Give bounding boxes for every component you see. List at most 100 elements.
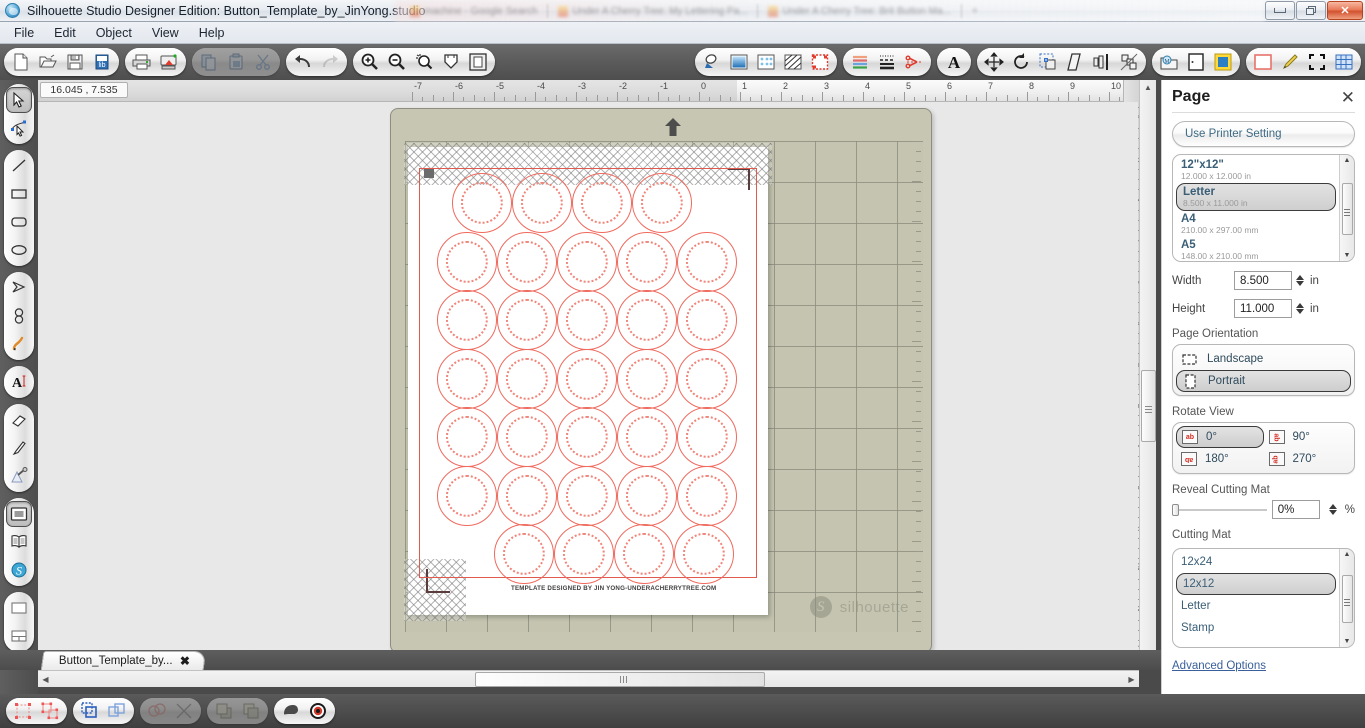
new-document-button[interactable] [8,49,34,75]
make-compound-path-button[interactable] [77,699,103,723]
width-input[interactable]: 8.500 [1234,271,1292,290]
advanced-options-link[interactable]: Advanced Options [1172,660,1355,672]
chevron-right-icon[interactable]: ▶ [1124,671,1139,688]
chevron-down-icon[interactable]: ▼ [1344,252,1351,259]
line-tool[interactable] [6,153,32,179]
replicate-panel-button[interactable] [1116,49,1142,75]
horizontal-scroll-thumb[interactable] [475,672,765,687]
height-stepper[interactable] [1296,303,1304,314]
chevron-up-icon[interactable]: ▲ [1344,551,1351,558]
release-compound-path-button[interactable] [104,699,130,723]
store-button[interactable] [1183,49,1209,75]
single-view-button[interactable] [6,595,32,621]
crop-view-button[interactable] [1304,49,1330,75]
chevron-up-icon[interactable]: ▲ [1140,80,1156,95]
rotate-view-option-180[interactable]: ab 180° [1176,448,1264,470]
text-style-panel-button[interactable]: A [941,49,967,75]
cutting-mat-scroll-thumb[interactable] [1342,575,1353,623]
split-view-button[interactable] [6,623,32,649]
rotate-view-option-270[interactable]: ab 270° [1264,448,1352,470]
rectangle-tool[interactable] [6,181,32,207]
trace-tool[interactable] [6,463,32,489]
registration-marks-panel-button[interactable] [807,49,833,75]
minimize-icon[interactable] [1265,1,1295,20]
button-circle[interactable] [557,349,617,409]
button-circle[interactable] [572,173,632,233]
save-as-library-button[interactable]: lib [89,49,115,75]
zoom-selection-button[interactable] [411,49,437,75]
document-tab[interactable]: Button_Template_by... ✖ [41,651,206,670]
offset-button[interactable] [278,699,304,723]
button-circle[interactable] [677,349,737,409]
button-circle[interactable] [497,466,557,526]
button-circle[interactable] [497,349,557,409]
fill-color-panel-button[interactable] [726,49,752,75]
edit-points-tool[interactable] [6,115,32,141]
page-size-option-12x12[interactable]: 12"x12" 12.000 x 12.000 in [1173,157,1339,183]
text-tool[interactable]: A [6,369,32,395]
fit-to-page-button[interactable] [465,49,491,75]
menu-edit[interactable]: Edit [44,24,86,42]
eraser-tool[interactable] [6,407,32,433]
cutting-mat-option-12x12[interactable]: 12x12 [1176,573,1336,595]
page-size-scroll-thumb[interactable] [1342,183,1353,235]
button-circle[interactable] [617,290,677,350]
use-printer-setting-button[interactable]: Use Printer Setting [1172,121,1355,147]
button-circle[interactable] [617,407,677,467]
ungroup-button[interactable] [37,699,63,723]
button-circle[interactable] [617,466,677,526]
open-document-button[interactable] [35,49,61,75]
page-size-option-letter[interactable]: Letter 8.500 x 11.000 in [1176,183,1336,211]
line-style-panel-button[interactable] [874,49,900,75]
knife-tool[interactable] [6,435,32,461]
rotate-view-option-0[interactable]: ab 0° [1176,426,1264,448]
page-paper[interactable]: TEMPLATE DESIGNED BY JIN YONG-UNDERACHER… [408,147,768,615]
undo-button[interactable] [290,49,316,75]
scale-panel-button[interactable] [1035,49,1061,75]
rounded-rectangle-tool[interactable] [6,209,32,235]
zoom-out-button[interactable] [384,49,410,75]
canvas-vertical-scrollbar[interactable]: ▲ ▼ [1139,80,1156,670]
height-input[interactable]: 11.000 [1234,299,1292,318]
copy-button[interactable] [196,49,222,75]
orientation-option-landscape[interactable]: Landscape [1176,348,1351,370]
print-button[interactable] [129,49,155,75]
send-to-silhouette-button[interactable] [156,49,182,75]
shear-panel-button[interactable] [1062,49,1088,75]
fill-effect-panel-button[interactable] [780,49,806,75]
cutting-mat[interactable]: silhouette TEMPLATE DES [390,108,932,653]
chevron-left-icon[interactable]: ◀ [38,671,53,688]
chevron-up-icon[interactable]: ▲ [1344,157,1351,164]
page-setup-panel-button[interactable] [699,49,725,75]
button-circle[interactable] [557,466,617,526]
menu-help[interactable]: Help [189,24,235,42]
horizontal-ruler[interactable]: -7-6-5-4-3-2-1012345678910 [38,80,1138,102]
save-document-button[interactable] [62,49,88,75]
page-size-option-a5[interactable]: A5 148.00 x 210.00 mm [1173,237,1339,262]
page-size-scrollbar[interactable]: ▲ ▼ [1339,155,1354,261]
transform-panel-button[interactable] [981,49,1007,75]
button-circle[interactable] [617,349,677,409]
polygon-tool[interactable] [6,275,32,301]
button-circle[interactable] [437,290,497,350]
button-circle[interactable] [497,290,557,350]
button-circle[interactable] [557,232,617,292]
line-color-panel-button[interactable] [847,49,873,75]
reveal-cutting-mat-slider[interactable] [1172,509,1267,511]
design-canvas[interactable]: silhouette TEMPLATE DES [38,102,1138,670]
slider-knob[interactable] [1172,504,1179,516]
menu-view[interactable]: View [142,24,189,42]
button-circle[interactable] [512,173,572,233]
button-circle[interactable] [632,173,692,233]
cutting-mat-scrollbar[interactable]: ▲ ▼ [1339,549,1354,647]
reveal-percent-stepper[interactable] [1329,504,1337,515]
window-controls[interactable]: ✕ [1264,1,1363,20]
canvas-horizontal-scrollbar[interactable]: ◀ ▶ [38,670,1139,687]
design-page-panel[interactable] [6,501,32,527]
button-circle[interactable] [614,524,674,584]
vertical-scroll-thumb[interactable] [1141,370,1156,442]
sketch-pen-button[interactable] [1277,49,1303,75]
redo-button[interactable] [317,49,343,75]
cut-button[interactable] [250,49,276,75]
button-circle[interactable] [437,349,497,409]
